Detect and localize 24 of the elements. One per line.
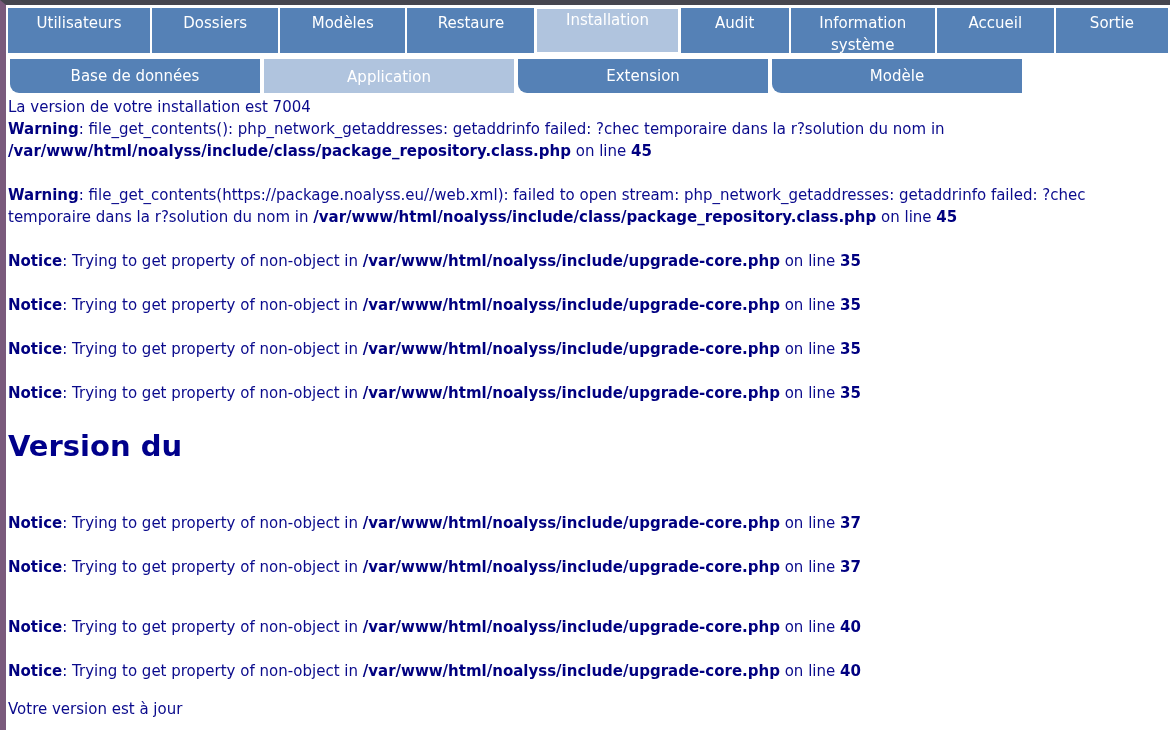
- main-nav-tab[interactable]: Information système: [790, 8, 935, 53]
- main-nav-tab[interactable]: Utilisateurs: [8, 8, 151, 53]
- php-error-message: Warning: file_get_contents(https://package.noalyss.eu//web.xml): failed to open stream: php_network_getaddresses: getaddrinfo failed: ?chec temporaire dans la r?solution du nom in /var/www/html/noalyss/include/class/package_repository.class.php on line 45: [8, 185, 1087, 228]
- php-error-message: Notice: Trying to get property of non-object in /var/www/html/noalyss/include/upgrade-core.php on line 35: [8, 339, 862, 360]
- sub-nav-tab[interactable]: Modèle: [772, 59, 1022, 93]
- php-error-message: Notice: Trying to get property of non-object in /var/www/html/noalyss/include/upgrade-core.php on line 35: [8, 295, 862, 316]
- sub-nav-tab[interactable]: Base de données: [10, 59, 260, 93]
- section-heading: Version du: [8, 429, 184, 463]
- main-nav-tab[interactable]: Audit: [680, 8, 789, 53]
- main-nav-tab[interactable]: Accueil: [936, 8, 1054, 53]
- main-nav-tab[interactable]: Modèles: [280, 8, 406, 53]
- php-error-message: Notice: Trying to get property of non-object in /var/www/html/noalyss/include/upgrade-core.php on line 37: [8, 557, 862, 578]
- php-error-message: Notice: Trying to get property of non-object in /var/www/html/noalyss/include/upgrade-core.php on line 37: [8, 513, 862, 534]
- php-error-message: Warning: file_get_contents(): php_network_getaddresses: getaddrinfo failed: ?chec temporaire dans la r?solution du nom in /var/www/html/noalyss/include/class/package_repository.class.php on line 45: [8, 119, 946, 162]
- status-text: Votre version est à jour: [8, 699, 184, 720]
- main-nav-tab[interactable]: Dossiers: [152, 8, 279, 53]
- php-error-message: Notice: Trying to get property of non-object in /var/www/html/noalyss/include/upgrade-core.php on line 35: [8, 383, 862, 404]
- php-error-message: Notice: Trying to get property of non-object in /var/www/html/noalyss/include/upgrade-core.php on line 35: [8, 251, 862, 272]
- main-nav-tab[interactable]: Restaure: [407, 8, 535, 53]
- main-nav-tab[interactable]: Sortie: [1055, 8, 1168, 53]
- status-text: La version de votre installation est 7004: [8, 97, 312, 118]
- php-error-message: Notice: Trying to get property of non-object in /var/www/html/noalyss/include/upgrade-core.php on line 40: [8, 661, 862, 682]
- sub-nav-tab[interactable]: Extension: [518, 59, 768, 93]
- php-error-message: Notice: Trying to get property of non-object in /var/www/html/noalyss/include/upgrade-core.php on line 40: [8, 617, 862, 638]
